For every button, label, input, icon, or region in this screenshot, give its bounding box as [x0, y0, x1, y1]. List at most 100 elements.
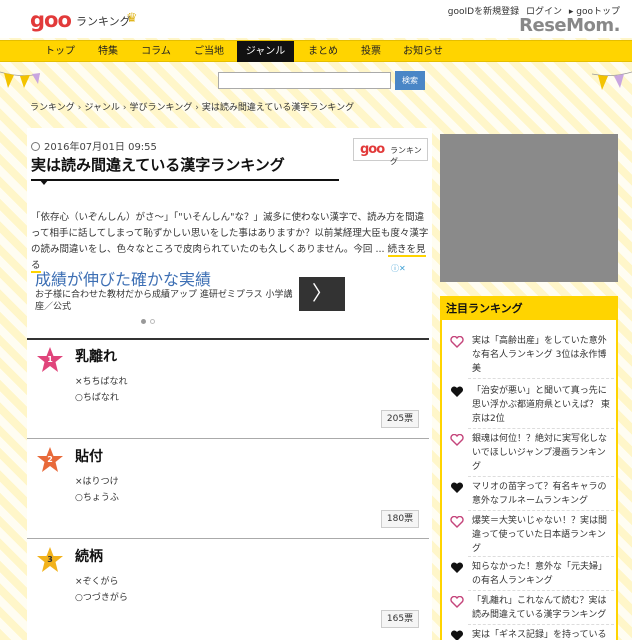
featured-item-text[interactable]: 実は「ギネス記録」を持っている [472, 630, 607, 640]
main-content: 2016年07月01日 09:55 goo ランキング 実は読み間違えている漢字… [27, 128, 432, 640]
breadcrumb-separator-icon: › [195, 103, 199, 113]
heart-icon [450, 336, 464, 348]
featured-divider [468, 510, 614, 511]
heart-icon [450, 434, 464, 446]
bunting-right-decoration [592, 71, 632, 90]
featured-item[interactable]: 爆笑＝大笑いじゃない！？実は間違って使っていた日本語ランキング [442, 514, 616, 556]
vote-count: 205票 [381, 410, 419, 428]
breadcrumb-separator-icon: › [122, 103, 127, 113]
nav-genre[interactable]: ジャンル [237, 41, 294, 62]
featured-ranking-title: 注目ランキング [442, 298, 616, 320]
ad-choices-icon[interactable]: ⓘ✕ [391, 263, 415, 273]
nav-local[interactable]: ご当地 [186, 41, 232, 62]
featured-item[interactable]: 「乳離れ」これなんて読む？実は読み間違えている漢字ランキング [442, 594, 616, 622]
featured-divider [468, 556, 614, 557]
sidebar-ad-placeholder[interactable] [440, 134, 618, 282]
featured-item[interactable]: マリオの苗字って？有名キャラの意外なフルネームランキング [442, 480, 616, 508]
rank-wrong-reading: ×ちちばなれ [75, 377, 128, 387]
featured-item-text[interactable]: 「乳離れ」これなんて読む？実は読み間違えている漢字ランキング [472, 596, 607, 620]
breadcrumb-separator-icon: › [77, 103, 82, 113]
goo-ranking-badge: goo ランキング [353, 138, 428, 166]
heart-icon [451, 630, 463, 640]
search-button[interactable]: 検索 [395, 71, 425, 90]
ad-title[interactable]: 成績が伸びた確かな実績 [35, 266, 211, 290]
ranking-item[interactable]: 2 貼付 ×はりつけ ○ちょうふ 180票 [27, 438, 429, 533]
featured-item-text[interactable]: 知らなかった！意外な「元夫婦」の有名人ランキング [472, 562, 607, 586]
badge-text: ランキング [390, 146, 422, 166]
goo-logo[interactable]: goo [30, 8, 72, 32]
rank-word[interactable]: 続柄 [75, 546, 103, 566]
rank-wrong-reading: ×ぞくがら [75, 577, 119, 587]
ad-text[interactable]: お子様に合わせた教材だから成績アップ 進研ゼミプラス 小学講座／公式 [35, 289, 300, 313]
rank-divider [27, 538, 429, 539]
breadcrumb-current: 実は読み間違えている漢字ランキング [201, 103, 355, 113]
ad-arrow-button[interactable]: 〉 [299, 277, 345, 311]
rank-number: 2 [47, 455, 53, 464]
rank-correct-reading: ○つづきがら [75, 593, 128, 603]
nav-vote[interactable]: 投票 [352, 41, 390, 62]
nav-news[interactable]: お知らせ [396, 41, 450, 62]
article-datetime: 2016年07月01日 09:55 [31, 138, 157, 153]
resemom-logo[interactable]: ReseMom. [519, 15, 620, 36]
rank-word[interactable]: 貼付 [75, 446, 103, 466]
featured-item-text[interactable]: 「治安が悪い」と聞いて真っ先に思い浮かぶ都道府県といえば？ 東京は2位 [472, 386, 610, 424]
carousel-dot[interactable] [150, 319, 155, 324]
nav-top[interactable]: トップ [39, 41, 81, 62]
featured-item-text[interactable]: 実は「高齢出産」をしていた意外な有名人ランキング 3位は永作博美 [472, 336, 607, 374]
intro-text: 「依存心（いぞんしん）がさ～」「"いそんしん"な？」滅多に使わない漢字で、読み方… [31, 212, 429, 255]
featured-divider [468, 378, 614, 379]
title-underline [31, 179, 339, 181]
heart-icon [450, 516, 464, 528]
featured-item[interactable]: 「治安が悪い」と聞いて真っ先に思い浮かぶ都道府県といえば？ 東京は2位 [442, 384, 616, 426]
featured-divider [468, 590, 614, 591]
rank-number: 1 [47, 355, 53, 364]
featured-item[interactable]: 実は「高齢出産」をしていた意外な有名人ランキング 3位は永作博美 [442, 334, 616, 376]
carousel-dots [141, 314, 159, 327]
featured-item-text[interactable]: 銀魂は何位！？絶対に実写化しないでほしいジャンプ漫画ランキング [472, 434, 607, 472]
featured-divider [468, 428, 614, 429]
crown-icon: ♛ [126, 11, 138, 26]
register-link[interactable]: gooIDを新規登録 [448, 7, 519, 17]
page-title: 実は読み間違えている漢字ランキング [31, 156, 285, 174]
rank-divider [27, 338, 429, 340]
search-input[interactable] [218, 72, 391, 89]
featured-item[interactable]: 銀魂は何位！？絶対に実写化しないでほしいジャンプ漫画ランキング [442, 432, 616, 474]
breadcrumb-learning[interactable]: 学びランキング [130, 103, 193, 113]
nav-feature[interactable]: 特集 [88, 41, 128, 62]
breadcrumb: ランキング › ジャンル › 学びランキング › 実は読み間違えている漢字ランキング [30, 100, 354, 113]
clock-icon [31, 142, 40, 151]
rank-correct-reading: ○ちょうふ [75, 493, 119, 503]
rank-divider [27, 438, 429, 439]
featured-item-text[interactable]: マリオの苗字って？有名キャラの意外なフルネームランキング [472, 482, 607, 506]
ranking-item[interactable]: 3 続柄 ×ぞくがら ○つづきがら 165票 [27, 538, 429, 633]
carousel-dot-active[interactable] [141, 319, 146, 324]
featured-item-text[interactable]: 爆笑＝大笑いじゃない！？実は間違って使っていた日本語ランキング [472, 516, 607, 554]
top-header: goo ランキング ♛ gooIDを新規登録 ログイン ▸ gooトップ Res… [0, 0, 632, 38]
nav-matome[interactable]: まとめ [300, 41, 346, 62]
featured-divider [468, 624, 614, 625]
featured-item[interactable]: 知らなかった！意外な「元夫婦」の有名人ランキング [442, 560, 616, 588]
featured-item[interactable]: 実は「ギネス記録」を持っている [442, 628, 616, 640]
badge-logo: goo [360, 142, 385, 157]
heart-icon [450, 596, 464, 608]
ad-banner[interactable]: 成績が伸びた確かな実績 お子様に合わせた教材だから成績アップ 進研ゼミプラス 小… [31, 263, 411, 323]
breadcrumb-genre[interactable]: ジャンル [84, 103, 120, 113]
rank-wrong-reading: ×はりつけ [75, 477, 119, 487]
rank-word[interactable]: 乳離れ [75, 346, 117, 366]
main-nav: トップ 特集 コラム ご当地 ジャンル まとめ 投票 お知らせ [0, 40, 632, 62]
heart-icon [450, 482, 464, 493]
heart-icon [450, 562, 464, 573]
vote-count: 180票 [381, 510, 419, 528]
rank-number: 3 [47, 555, 53, 564]
vote-count: 165票 [381, 610, 419, 628]
featured-ranking-panel: 注目ランキング 実は「高齢出産」をしていた意外な有名人ランキング 3位は永作博美… [440, 296, 618, 640]
datetime-text: 2016年07月01日 09:55 [44, 142, 157, 153]
rank-correct-reading: ○ちばなれ [75, 393, 119, 403]
breadcrumb-ranking[interactable]: ランキング [30, 103, 75, 113]
heart-icon [450, 386, 464, 397]
nav-column[interactable]: コラム [133, 41, 179, 62]
logo-subtitle[interactable]: ランキング [76, 13, 131, 29]
featured-divider [468, 476, 614, 477]
ranking-item[interactable]: 1 乳離れ ×ちちばなれ ○ちばなれ 205票 [27, 338, 429, 433]
title-notch-icon [39, 179, 49, 185]
